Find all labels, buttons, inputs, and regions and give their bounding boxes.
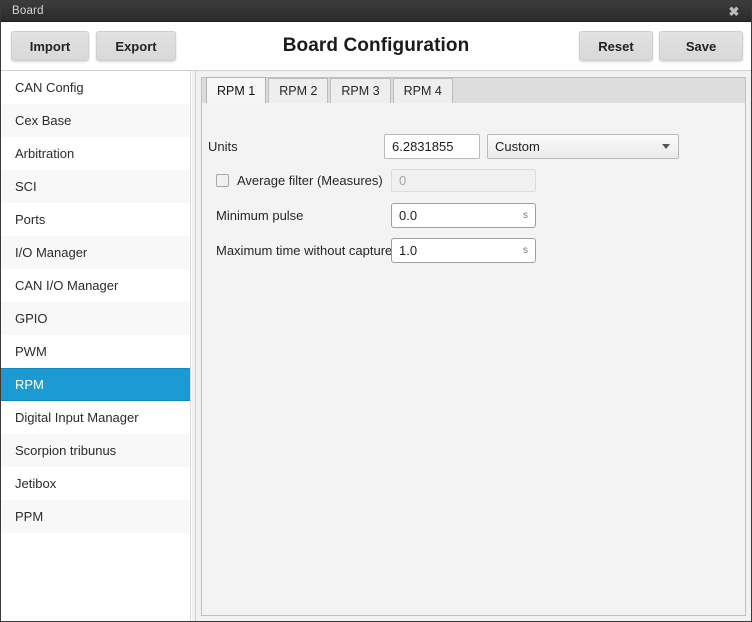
maximum-time-row: Maximum time without capture 1.0 s (208, 235, 739, 265)
minimum-pulse-value: 0.0 (399, 207, 418, 223)
minimum-pulse-row: Minimum pulse 0.0 s (208, 200, 739, 230)
tab-rpm-2[interactable]: RPM 2 (268, 78, 329, 103)
average-filter-label: Average filter (Measures) (237, 173, 383, 188)
save-button[interactable]: Save (659, 31, 743, 61)
sidebar-nav: CAN Config Cex Base Arbitration SCI Port… (1, 71, 191, 621)
maximum-time-value: 1.0 (399, 242, 418, 258)
window-title: Board (12, 5, 44, 17)
sidebar-item-ports[interactable]: Ports (1, 203, 190, 236)
main-panel: RPM 1 RPM 2 RPM 3 RPM 4 Units 6.2831855 … (196, 71, 751, 621)
reset-button[interactable]: Reset (579, 31, 653, 61)
units-preset-value: Custom (495, 138, 540, 154)
units-label: Units (208, 138, 238, 154)
maximum-time-input[interactable]: 1.0 s (391, 237, 536, 263)
tab-panel-rpm-1: Units 6.2831855 Custom Average filter (M… (201, 103, 746, 616)
average-filter-input: 0 (391, 169, 536, 192)
close-icon[interactable]: ✖ (723, 1, 745, 21)
average-filter-row: Average filter (Measures) 0 (208, 166, 739, 195)
average-filter-checkbox[interactable] (216, 174, 229, 187)
window-body: CAN Config Cex Base Arbitration SCI Port… (1, 71, 751, 621)
units-row: Units 6.2831855 Custom (208, 131, 739, 161)
tab-rpm-4[interactable]: RPM 4 (392, 78, 453, 103)
rpm-settings-form: Units 6.2831855 Custom Average filter (M… (208, 131, 739, 270)
maximum-time-unit: s (523, 244, 528, 256)
sidebar-item-rpm[interactable]: RPM (1, 368, 190, 401)
sidebar-item-jetibox[interactable]: Jetibox (1, 467, 190, 500)
units-value-input[interactable]: 6.2831855 (384, 133, 480, 159)
units-preset-select[interactable]: Custom (487, 133, 679, 159)
tab-rpm-3[interactable]: RPM 3 (330, 78, 391, 103)
maximum-time-label: Maximum time without capture (216, 242, 393, 258)
average-filter-label-wrap: Average filter (Measures) (208, 173, 391, 188)
tab-bar: RPM 1 RPM 2 RPM 3 RPM 4 (201, 77, 746, 104)
sidebar-item-arbitration[interactable]: Arbitration (1, 137, 190, 170)
tab-rpm-1[interactable]: RPM 1 (206, 77, 267, 103)
sidebar-item-sci[interactable]: SCI (1, 170, 190, 203)
header-toolbar: Import Export Board Configuration Reset … (1, 22, 751, 71)
sidebar-item-ppm[interactable]: PPM (1, 500, 190, 533)
chevron-down-icon (662, 143, 670, 149)
sidebar-item-cex-base[interactable]: Cex Base (1, 104, 190, 137)
board-configuration-window: Board ✖ Import Export Board Configuratio… (0, 0, 752, 622)
minimum-pulse-label: Minimum pulse (216, 207, 304, 223)
sidebar-item-digital-input-manager[interactable]: Digital Input Manager (1, 401, 190, 434)
minimum-pulse-input[interactable]: 0.0 s (391, 202, 536, 228)
window-titlebar: Board ✖ (1, 1, 751, 22)
sidebar-item-pwm[interactable]: PWM (1, 335, 190, 368)
minimum-pulse-unit: s (523, 209, 528, 221)
sidebar-item-gpio[interactable]: GPIO (1, 302, 190, 335)
sidebar-item-io-manager[interactable]: I/O Manager (1, 236, 190, 269)
sidebar-item-can-io-manager[interactable]: CAN I/O Manager (1, 269, 190, 302)
sidebar-item-can-config[interactable]: CAN Config (1, 71, 190, 104)
sidebar-item-scorpion-tribunus[interactable]: Scorpion tribunus (1, 434, 190, 467)
